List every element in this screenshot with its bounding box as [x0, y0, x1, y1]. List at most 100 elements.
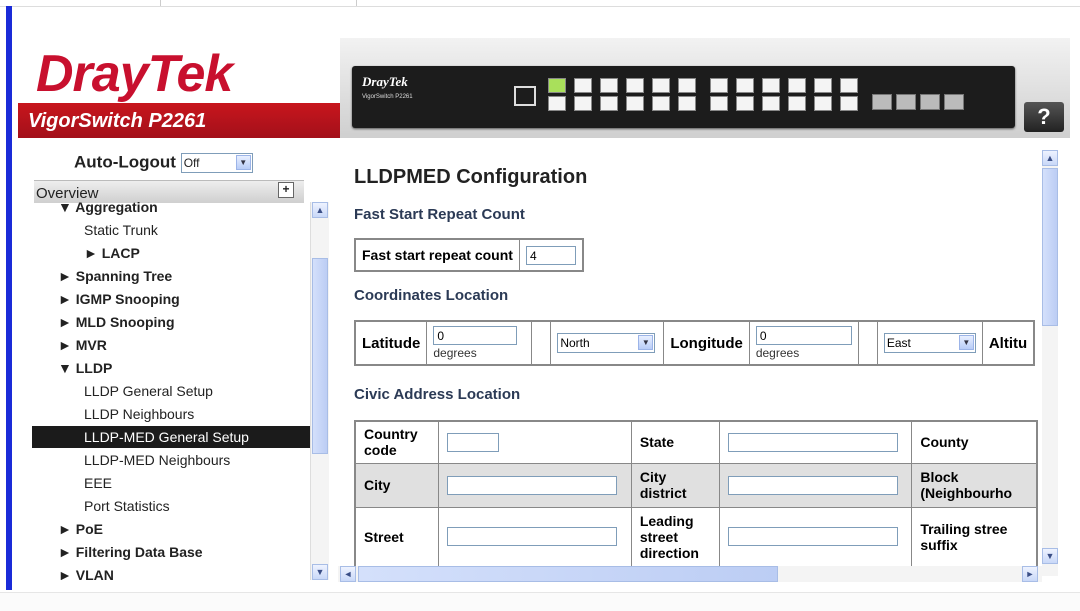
expand-plus-icon[interactable]: + [278, 182, 294, 198]
chevron-down-icon: ▼ [958, 335, 974, 350]
sfp-port-icon [872, 94, 892, 110]
sidebar-item[interactable]: LLDP General Setup [32, 380, 310, 402]
ethernet-port-icon [814, 96, 832, 111]
sidebar-item[interactable]: Port Statistics [32, 495, 310, 517]
sidebar-scroll-thumb[interactable] [312, 258, 328, 454]
city-input[interactable] [447, 475, 618, 495]
sidebar-item[interactable]: Static Trunk [32, 219, 310, 241]
fast-start-input[interactable]: 4 [525, 245, 576, 265]
logo-dray: Dray [36, 45, 149, 103]
longitude-label: Longitude [663, 320, 750, 366]
help-button[interactable]: ? [1024, 102, 1064, 132]
county-label: County [911, 420, 1038, 464]
ethernet-port-icon [574, 78, 592, 93]
ethernet-port-icon [788, 96, 806, 111]
device-brand: DrayTek [362, 74, 408, 89]
ethernet-port-icon [652, 78, 670, 93]
sidebar-item[interactable]: LLDP Neighbours [32, 403, 310, 425]
latitude-label: Latitude [354, 320, 428, 366]
block-label: Block (Neighbourho [911, 462, 1038, 508]
latitude-unit: degrees [433, 346, 477, 360]
ethernet-port-icon [548, 96, 566, 111]
coordinates-heading: Coordinates Location [354, 287, 509, 304]
sidebar-item[interactable]: ▼ Aggregation [32, 202, 310, 218]
sidebar-scrollbar[interactable]: ▲ ▼ [310, 202, 329, 580]
street-label: Street [354, 506, 440, 568]
sidebar-item[interactable]: EEE [32, 472, 310, 494]
ethernet-port-icon [840, 78, 858, 93]
state-label: State [630, 420, 720, 464]
latitude-input[interactable]: 0 [433, 326, 518, 345]
scroll-right-icon[interactable]: ► [1022, 566, 1038, 582]
street-input[interactable] [447, 527, 618, 547]
sfp-port-icon [920, 94, 940, 110]
scroll-up-icon[interactable]: ▲ [312, 202, 328, 218]
main-vertical-scrollbar[interactable]: ▲ ▼ [1042, 150, 1058, 576]
header: DrayTek VigorSwitch P2261 DrayTek VigorS… [18, 30, 1070, 138]
ethernet-port-icon [710, 96, 728, 111]
sidebar-item[interactable]: ► MLD Snooping [32, 311, 310, 333]
civic-address-table: Country code State County City City dist… [354, 420, 1038, 568]
sidebar-item[interactable]: LLDP-MED Neighbours [32, 449, 310, 471]
scroll-down-icon[interactable]: ▼ [312, 564, 328, 580]
logo-tek: Tek [147, 45, 234, 103]
model-name: VigorSwitch P2261 [28, 110, 207, 132]
scroll-down-icon[interactable]: ▼ [1042, 548, 1058, 564]
device-sub: VigorSwitch P2261 [362, 94, 413, 100]
ethernet-port-icon [626, 78, 644, 93]
scroll-left-icon[interactable]: ◄ [340, 566, 356, 582]
ethernet-port-icon [548, 78, 566, 93]
sfp-port-icon [944, 94, 964, 110]
auto-logout-value: Off [183, 155, 200, 170]
ethernet-port-icon [600, 78, 618, 93]
sidebar-item[interactable]: ▼ LLDP [32, 357, 310, 379]
latitude-direction-select[interactable]: North ▼ [557, 333, 656, 353]
ethernet-port-icon [678, 96, 696, 111]
sidebar-item[interactable]: ► VLAN [32, 564, 310, 580]
chevron-down-icon: ▼ [235, 154, 251, 170]
sidebar-item[interactable]: ► LACP [32, 242, 310, 264]
sidebar-item[interactable]: ► MVR [32, 334, 310, 356]
longitude-direction-select[interactable]: East ▼ [883, 333, 976, 353]
city-district-input[interactable] [727, 475, 898, 495]
leading-street-direction-label: Leading street direction [630, 506, 720, 568]
coordinates-table: Latitude 0 degrees North ▼ Longitude 0 degr… [354, 320, 1036, 366]
overview-header[interactable]: Overview + [34, 180, 304, 203]
sfp-port-icon [896, 94, 916, 110]
switch-front-panel-image: DrayTek VigorSwitch P2261 [352, 66, 1015, 128]
status-bar [0, 592, 1080, 611]
sidebar-item[interactable]: ► Filtering Data Base [32, 541, 310, 563]
ethernet-port-icon [710, 78, 728, 93]
trailing-street-suffix-label: Trailing stree suffix [911, 506, 1038, 568]
page-title: LLDPMED Configuration [354, 166, 588, 188]
city-district-label: City district [630, 462, 720, 508]
ethernet-port-icon [600, 96, 618, 111]
auto-logout-select[interactable]: Off ▼ [180, 152, 253, 173]
ethernet-port-icon [736, 78, 754, 93]
draytek-logo: DrayTek [36, 44, 234, 104]
longitude-input[interactable]: 0 [755, 326, 852, 345]
main-content: LLDPMED Configuration Fast Start Repeat … [338, 150, 1038, 570]
sidebar-item[interactable]: ► PoE [32, 518, 310, 540]
scroll-up-icon[interactable]: ▲ [1042, 150, 1058, 166]
browser-tab [160, 0, 357, 6]
sidebar-item[interactable]: ► IGMP Snooping [32, 288, 310, 310]
main-hscroll-thumb[interactable] [358, 566, 778, 582]
state-input[interactable] [727, 432, 898, 452]
frame-left-bar [6, 6, 12, 590]
auto-logout: Auto-Logout Off ▼ [74, 152, 253, 173]
chevron-down-icon: ▼ [638, 335, 654, 350]
sidebar-item[interactable]: LLDP-MED General Setup [32, 426, 310, 448]
country-code-input[interactable] [447, 432, 500, 452]
sidebar-item[interactable]: ► Spanning Tree [32, 265, 310, 287]
logo-area: DrayTek VigorSwitch P2261 [18, 30, 340, 138]
browser-top-edge [0, 0, 1080, 7]
fast-start-heading: Fast Start Repeat Count [354, 206, 525, 223]
leading-street-direction-input[interactable] [727, 527, 898, 547]
longitude-direction-value: East [886, 336, 911, 350]
main-vscroll-thumb[interactable] [1042, 168, 1058, 326]
main-horizontal-scrollbar[interactable]: ◄ ► [338, 566, 1042, 582]
sidebar-nav: ▼ Aggregation Static Trunk ► LACP ► Spannin… [32, 202, 310, 580]
ethernet-port-icon [736, 96, 754, 111]
ethernet-port-icon [762, 96, 780, 111]
